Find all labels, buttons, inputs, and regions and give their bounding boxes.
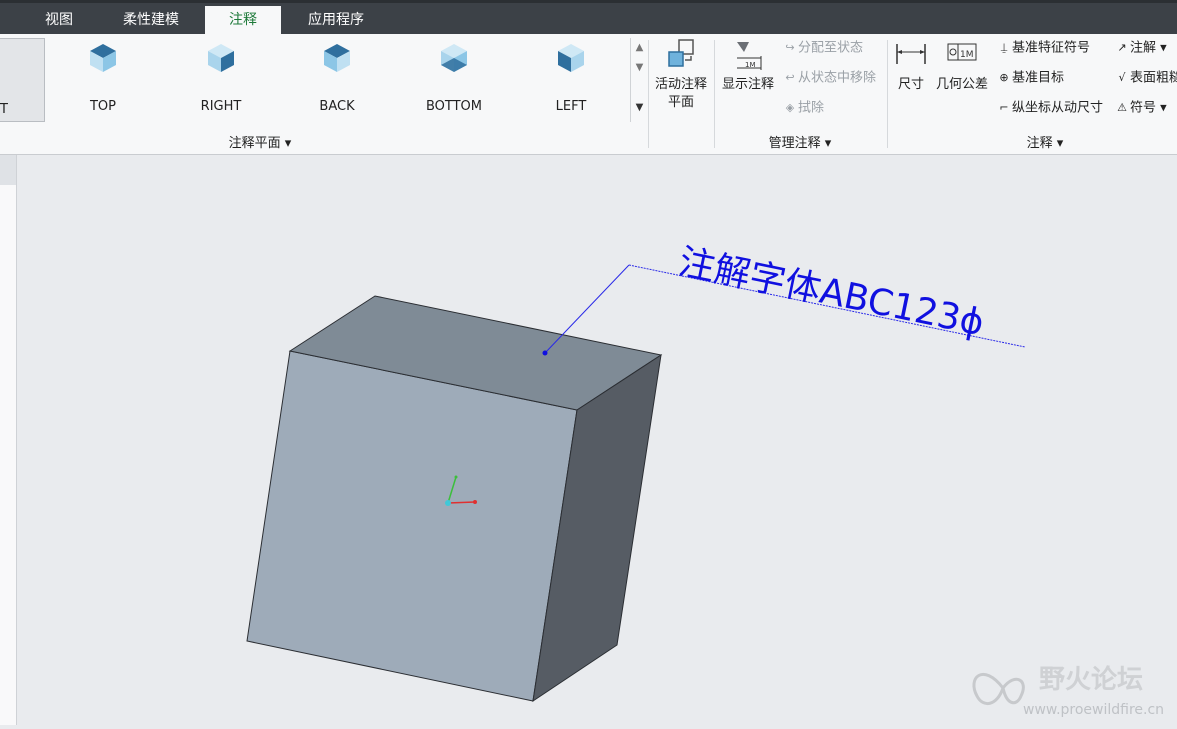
datum-target-icon: ⊕ bbox=[999, 71, 1009, 84]
button-label: 表面粗糙 bbox=[1130, 70, 1177, 86]
button-label-line1: 活动注释 bbox=[654, 77, 707, 92]
dimension-icon bbox=[896, 44, 926, 64]
note-icon: ↗ bbox=[1117, 41, 1127, 54]
annotation-plane-gallery: T TOP RIGHT BACK BOTTOM LEFT ▲ ▼ ▼ bbox=[0, 36, 650, 122]
gallery-item-front[interactable]: T bbox=[0, 38, 45, 122]
group-label-annotation-plane[interactable]: 注释平面 ▾ bbox=[200, 132, 320, 151]
ordinate-dimension-icon: ⌐ bbox=[999, 101, 1009, 114]
top-view-cube-icon bbox=[90, 44, 116, 72]
eraser-icon: ◈ bbox=[785, 101, 795, 114]
model-tree-panel[interactable] bbox=[0, 155, 17, 725]
button-label: 拭除 bbox=[798, 100, 825, 116]
surface-finish-icon: √ bbox=[1118, 71, 1126, 84]
gallery-item-right[interactable]: RIGHT bbox=[171, 36, 271, 122]
erase-button[interactable]: ◈ 拭除 bbox=[782, 98, 824, 118]
divider bbox=[648, 40, 649, 148]
gallery-scroller: ▲ ▼ ▼ bbox=[630, 38, 648, 122]
svg-text:1M: 1M bbox=[745, 61, 756, 69]
right-view-cube-icon bbox=[208, 44, 234, 72]
tab-view[interactable]: 视图 bbox=[20, 6, 98, 37]
watermark-title: 野火论坛 bbox=[1039, 665, 1143, 695]
button-label: 注解 bbox=[1130, 40, 1157, 56]
ribbon: T TOP RIGHT BACK BOTTOM LEFT ▲ ▼ ▼ 注释平面 … bbox=[0, 34, 1177, 155]
button-label: 基准特征符号 bbox=[1012, 40, 1091, 56]
bottom-view-cube-icon bbox=[441, 44, 467, 72]
active-plane-icon bbox=[668, 39, 694, 67]
symbol-icon: ⚠ bbox=[1117, 101, 1127, 114]
button-label: 基准目标 bbox=[1012, 70, 1065, 86]
gallery-item-label: BOTTOM bbox=[425, 99, 483, 114]
show-annotations-button[interactable]: 1M 显示注释 bbox=[718, 38, 778, 94]
scroll-down-icon[interactable]: ▼ bbox=[631, 58, 648, 78]
butterfly-logo-icon: 野火论坛 www.proewildfire.cn bbox=[972, 665, 1164, 718]
leader-anchor-point bbox=[542, 350, 548, 356]
button-label: 符号 bbox=[1130, 100, 1157, 116]
divider bbox=[714, 40, 715, 148]
ribbon-tab-bar: 视图 柔性建模 注释 应用程序 bbox=[0, 0, 1177, 37]
svg-text:1M: 1M bbox=[960, 50, 974, 60]
gallery-item-top[interactable]: TOP bbox=[53, 36, 153, 122]
gallery-item-label: LEFT bbox=[555, 99, 587, 114]
button-label-line2: 平面 bbox=[667, 95, 694, 110]
gallery-item-label: TOP bbox=[89, 99, 116, 114]
assign-state-icon: ↪ bbox=[785, 41, 795, 54]
scroll-spacer bbox=[631, 78, 648, 98]
group-label-text: 注释平面 bbox=[228, 136, 281, 151]
datum-target-button[interactable]: ⊕ 基准目标 bbox=[996, 68, 1064, 88]
group-label-text: 管理注释 bbox=[768, 136, 821, 151]
button-label: 显示注释 bbox=[721, 77, 774, 92]
annotation-note-text[interactable]: 注解字体ABC123ϕ bbox=[675, 242, 987, 345]
remove-state-icon: ↩ bbox=[785, 71, 795, 84]
button-label: 几何公差 bbox=[935, 77, 988, 92]
show-annotations-icon: 1M bbox=[737, 42, 762, 70]
dimension-button[interactable]: 尺寸 bbox=[892, 38, 930, 94]
graphics-viewport[interactable]: 注解字体ABC123ϕ bbox=[17, 155, 1177, 725]
gallery-item-label: BACK bbox=[319, 99, 355, 114]
assign-to-state-button[interactable]: ↪ 分配至状态 bbox=[782, 38, 863, 58]
tab-applications[interactable]: 应用程序 bbox=[290, 6, 382, 37]
cube-front-face bbox=[246, 350, 578, 702]
remove-from-state-button[interactable]: ↩ 从状态中移除 bbox=[782, 68, 876, 88]
back-view-cube-icon bbox=[324, 44, 350, 72]
note-button[interactable]: ↗ 注解 ▾ bbox=[1114, 38, 1166, 58]
geometric-tolerance-button[interactable]: 1M 几何公差 bbox=[932, 38, 992, 94]
group-label-manage-annotations[interactable]: 管理注释 ▾ bbox=[740, 132, 860, 151]
button-label: 从状态中移除 bbox=[798, 70, 877, 86]
divider bbox=[887, 40, 888, 148]
ordinate-driven-dimension-button[interactable]: ⌐ 纵坐标从动尺寸 bbox=[996, 98, 1103, 118]
forum-watermark: 野火论坛 www.proewildfire.cn bbox=[963, 658, 1173, 722]
tab-flexible-modeling[interactable]: 柔性建模 bbox=[105, 6, 197, 37]
gallery-item-label: RIGHT bbox=[200, 99, 242, 114]
tab-annotate[interactable]: 注释 bbox=[205, 6, 281, 37]
gallery-item-bottom[interactable]: BOTTOM bbox=[404, 36, 504, 122]
button-label: 尺寸 bbox=[897, 77, 924, 92]
scroll-up-icon[interactable]: ▲ bbox=[631, 38, 648, 58]
gallery-item-label: T bbox=[0, 102, 8, 117]
surface-finish-button[interactable]: √ 表面粗糙 bbox=[1114, 68, 1177, 88]
group-label-annotation[interactable]: 注释 ▾ bbox=[990, 132, 1100, 151]
group-label-text: 注释 bbox=[1026, 136, 1053, 151]
active-annotation-plane-button[interactable]: 活动注释 平面 bbox=[652, 38, 710, 112]
button-label: 纵坐标从动尺寸 bbox=[1012, 100, 1104, 116]
gallery-item-back[interactable]: BACK bbox=[287, 36, 387, 122]
gallery-item-left[interactable]: LEFT bbox=[521, 36, 621, 122]
watermark-url: www.proewildfire.cn bbox=[1023, 702, 1164, 718]
button-label: 分配至状态 bbox=[798, 40, 864, 56]
datum-feature-symbol-button[interactable]: ⍊ 基准特征符号 bbox=[996, 38, 1090, 58]
gallery-expand-icon[interactable]: ▼ bbox=[631, 98, 648, 118]
left-view-cube-icon bbox=[558, 44, 584, 72]
geometric-tolerance-icon: 1M bbox=[947, 43, 977, 61]
model-canvas: 注解字体ABC123ϕ bbox=[246, 242, 1026, 703]
symbol-button[interactable]: ⚠ 符号 ▾ bbox=[1114, 98, 1167, 118]
panel-selected-row bbox=[0, 155, 16, 185]
datum-feature-icon: ⍊ bbox=[1000, 41, 1008, 54]
